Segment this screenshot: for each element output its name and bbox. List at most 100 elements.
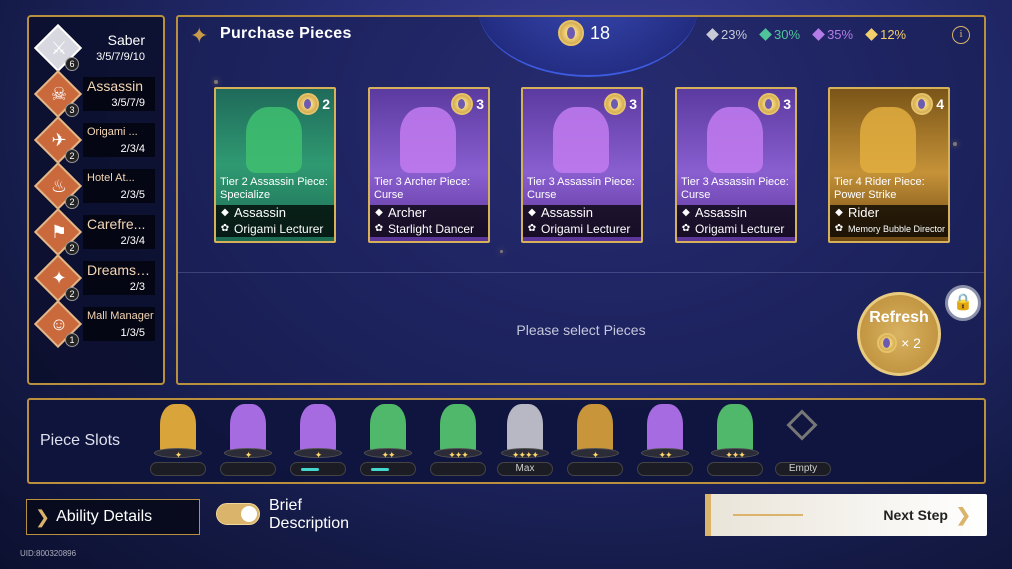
piece-card[interactable]: 2 Tier 2 Assassin Piece: Specialize ◆ Ass… — [214, 87, 336, 243]
refresh-label: Refresh — [869, 309, 929, 326]
faction-row[interactable]: ♨ 2 Hotel At... 2/3/5 — [33, 161, 157, 211]
piece-bar — [637, 462, 693, 476]
origin-icon: ✿ — [527, 223, 537, 234]
merge-progress-fill — [371, 468, 389, 471]
faction-row[interactable]: ☺ 1 Mall Manager 1/3/5 — [33, 299, 157, 349]
piece-slot[interactable]: ✦ — [218, 400, 278, 484]
lock-icon[interactable]: 🔒 — [945, 285, 981, 321]
coin-icon — [297, 93, 320, 115]
origin-icon: ✿ — [374, 223, 384, 234]
tier-odd: 12% — [865, 27, 907, 42]
faction-tiers: 2/3/4 — [83, 233, 155, 249]
piece-slot[interactable]: ✦ — [565, 400, 625, 484]
piece-slots-label: Piece Slots — [40, 432, 121, 449]
card-trait-origin: ✿ Starlight Dancer — [370, 221, 488, 237]
piece-slot[interactable]: ✦ — [288, 400, 348, 484]
dreamsmith-icon-glyph: ✦ — [51, 268, 67, 288]
trait-class-label: Assassin — [541, 205, 594, 220]
piece-slot[interactable]: ✦ — [148, 400, 208, 484]
faction-row[interactable]: ✦ 2 Dreamsmith 2/3 — [33, 253, 157, 303]
piece-card[interactable]: 3 Tier 3 Archer Piece: Curse ◆ Archer ✿ St… — [368, 87, 490, 243]
piece-stars: ✦ — [591, 450, 600, 460]
faction-tiers: 2/3 — [83, 279, 155, 295]
piece-card[interactable]: 3 Tier 3 Assassin Piece: Curse ◆ Assassin… — [521, 87, 643, 243]
origin-icon: ✿ — [834, 223, 844, 234]
cost-value: 2 — [322, 96, 330, 112]
info-icon[interactable]: i — [952, 26, 970, 44]
card-trait-class: ◆ Rider — [830, 205, 948, 221]
coin-icon — [558, 20, 584, 46]
piece-bar — [360, 462, 416, 476]
coin-balance: 18 — [558, 20, 610, 46]
card-trait-class: ◆ Assassin — [523, 205, 641, 221]
next-step-button[interactable]: Next Step ❯ — [705, 494, 987, 536]
piece-slot[interactable]: ✦✦ — [635, 400, 695, 484]
faction-count: 2 — [65, 241, 79, 255]
piece-figure — [507, 404, 543, 454]
mall-manager-icon-glyph: ☺ — [49, 314, 69, 334]
piece-card[interactable]: 3 Tier 3 Assassin Piece: Curse ◆ Assassin… — [675, 87, 797, 243]
piece-stars: ✦✦✦✦ — [511, 450, 539, 460]
card-trait-class: ◆ Assassin — [677, 205, 795, 221]
class-icon: ◆ — [682, 207, 690, 218]
piece-slot[interactable]: ✦✦✦ — [705, 400, 765, 484]
trait-class-label: Archer — [388, 205, 427, 220]
piece-figure — [707, 107, 763, 173]
piece-slot[interactable]: ✦✦✦ — [428, 400, 488, 484]
coin-icon — [758, 93, 781, 115]
piece-figure — [860, 107, 916, 173]
piece-bar: Empty — [775, 462, 831, 476]
piece-slot[interactable]: ✦✦✦✦ Max — [495, 400, 555, 484]
card-cost: 2 — [297, 93, 330, 115]
piece-card[interactable]: 4 Tier 4 Rider Piece: Power Strike ◆ Ride… — [828, 87, 950, 243]
card-cost: 3 — [604, 93, 637, 115]
class-icon: ◆ — [835, 207, 843, 218]
piece-slots-bar: Piece Slots ✦ ✦ ✦ ✦✦ ✦✦✦ ✦✦✦✦ Max ✦ ✦✦ ✦✦✦ Empty — [27, 398, 986, 484]
card-trait-class: ◆ Assassin — [216, 205, 334, 221]
piece-figure — [370, 404, 406, 454]
card-cost: 3 — [758, 93, 791, 115]
tier-odd: 23% — [706, 27, 748, 42]
piece-stars: ✦✦✦ — [725, 450, 746, 460]
hotel-icon-glyph: ♨ — [50, 176, 68, 196]
piece-stars: ✦✦ — [381, 450, 395, 460]
card-title: Tier 3 Archer Piece: Curse — [374, 176, 471, 201]
piece-stars: ✦✦✦ — [448, 450, 469, 460]
refresh-button[interactable]: Refresh × 2 — [857, 292, 941, 376]
faction-name: Saber — [107, 32, 145, 48]
piece-figure — [400, 107, 456, 173]
brief-description-toggle[interactable] — [216, 503, 260, 525]
tier-odd: 35% — [812, 27, 853, 42]
ability-details-button[interactable]: ❯ Ability Details — [26, 499, 200, 535]
faction-row[interactable]: ⚑ 2 Carefre... 2/3/4 — [33, 207, 157, 257]
faction-tiers: 2/3/4 — [83, 141, 155, 157]
empty-slot-icon — [786, 409, 818, 441]
origin-icon: ✿ — [681, 223, 691, 234]
piece-slot[interactable]: Empty — [773, 400, 833, 484]
card-trait-origin: ✿ Memory Bubble Director — [830, 221, 948, 237]
class-icon: ◆ — [375, 207, 383, 218]
faction-name: Origami ... — [83, 123, 155, 141]
purchase-star-icon: ✦ — [190, 23, 209, 48]
piece-figure — [230, 404, 266, 454]
tier-odd: 30% — [759, 27, 800, 42]
faction-count: 1 — [65, 333, 79, 347]
piece-slot[interactable]: ✦✦ — [358, 400, 418, 484]
faction-row[interactable]: ⚔ 6 Saber 3/5/7/9/10 — [33, 23, 157, 73]
cost-value: 3 — [629, 96, 637, 112]
odd-value: 23% — [721, 27, 748, 42]
odd-value: 12% — [880, 27, 907, 42]
card-title: Tier 3 Assassin Piece: Curse — [527, 176, 635, 201]
piece-bar — [430, 462, 486, 476]
card-trait-origin: ✿ Origami Lecturer — [523, 221, 641, 237]
trait-origin-label: Starlight Dancer — [388, 222, 475, 236]
faction-count: 2 — [65, 287, 79, 301]
faction-row[interactable]: ☠ 3 Assassin 3/5/7/9 — [33, 69, 157, 119]
ability-details-label: Ability Details — [56, 508, 153, 525]
cost-value: 3 — [783, 96, 791, 112]
coin-icon — [911, 93, 934, 115]
diamond-icon — [759, 28, 772, 41]
faction-row[interactable]: ✈ 2 Origami ... 2/3/4 — [33, 115, 157, 165]
trait-class-label: Rider — [848, 205, 880, 220]
diamond-icon — [812, 28, 825, 41]
